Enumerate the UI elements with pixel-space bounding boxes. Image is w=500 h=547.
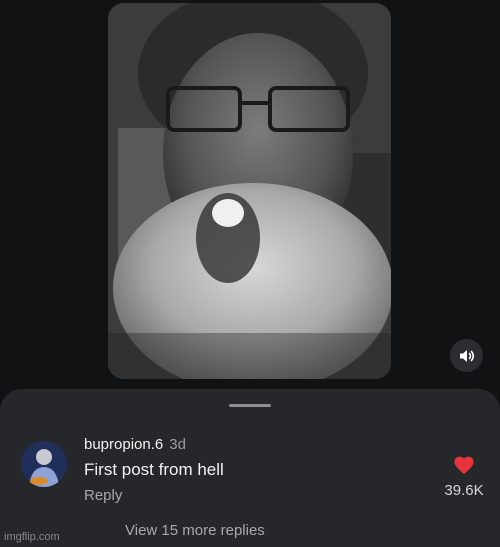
comment-header: bupropion.6 3d xyxy=(84,435,414,455)
avatar[interactable] xyxy=(21,441,67,487)
comment-text: First post from hell xyxy=(84,460,224,479)
view-more-replies-button[interactable]: View 15 more replies xyxy=(125,522,265,539)
comment-body: bupropion.6 3d First post from hell Reply xyxy=(84,435,414,506)
heart-icon xyxy=(454,456,474,475)
avatar-image xyxy=(21,441,67,487)
like-count: 39.6K xyxy=(444,482,484,499)
comment-time: 3d xyxy=(169,436,186,453)
sheet-drag-handle[interactable] xyxy=(229,404,271,407)
comment-username[interactable]: bupropion.6 xyxy=(84,436,163,453)
sound-toggle-button[interactable] xyxy=(450,339,483,372)
video-image xyxy=(108,3,391,379)
video-thumbnail[interactable] xyxy=(108,3,391,379)
comments-sheet: bupropion.6 3d First post from hell Reply… xyxy=(0,389,500,547)
like-button[interactable]: 39.6K xyxy=(436,455,492,499)
watermark: imgflip.com xyxy=(4,531,60,543)
volume-icon xyxy=(459,349,474,362)
reply-button[interactable]: Reply xyxy=(84,486,414,506)
